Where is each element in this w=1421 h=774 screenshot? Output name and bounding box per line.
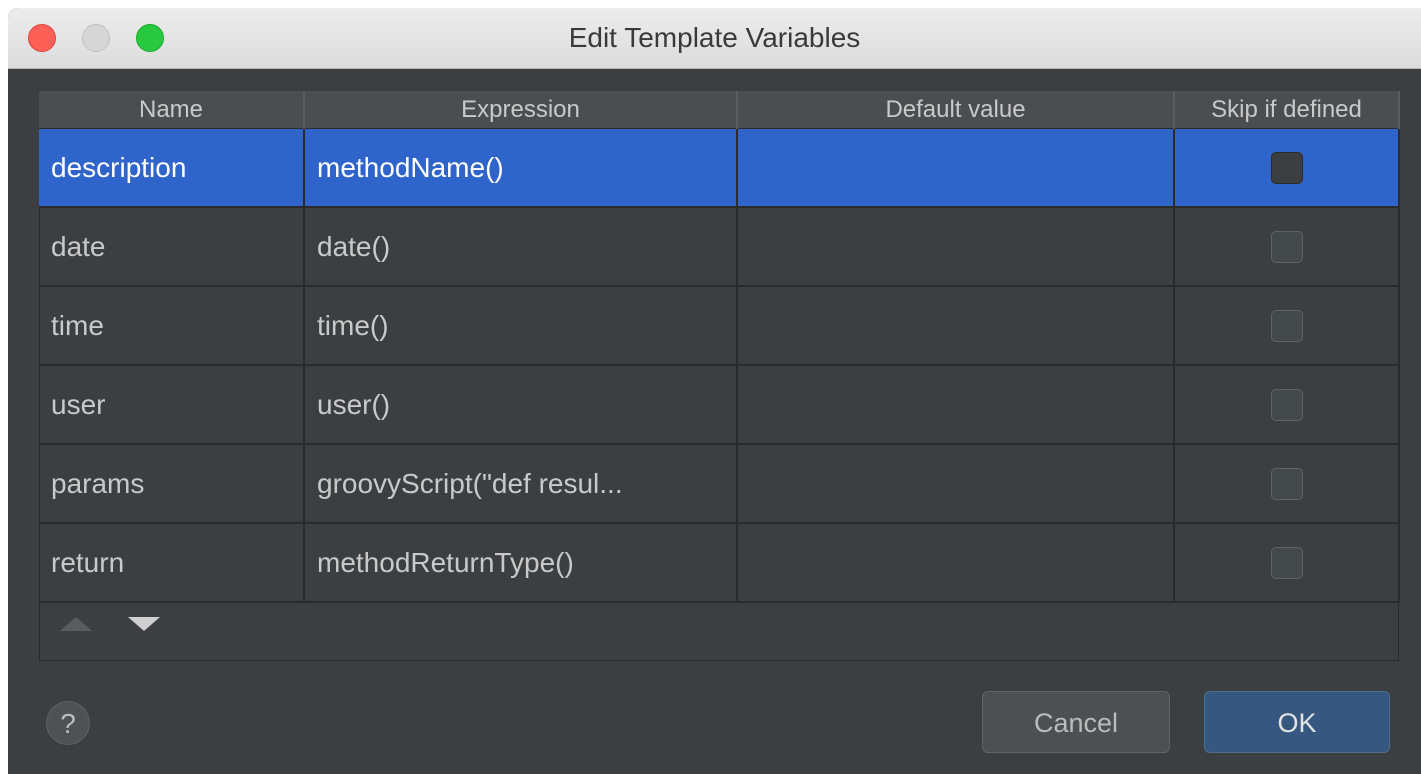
table-row[interactable]: time time() [39, 286, 1400, 366]
cell-default-value[interactable] [737, 128, 1175, 208]
cell-name[interactable]: user [39, 365, 305, 445]
variables-table: Name Expression Default value Skip if de… [39, 91, 1400, 661]
move-down-icon[interactable] [128, 617, 160, 631]
cancel-button[interactable]: Cancel [982, 691, 1170, 753]
cell-skip-if-defined [1174, 444, 1400, 524]
cell-expression[interactable]: groovyScript("def resul... [304, 444, 738, 524]
cell-default-value[interactable] [737, 365, 1175, 445]
table-row[interactable]: return methodReturnType() [39, 523, 1400, 603]
edit-template-variables-dialog: Edit Template Variables Name Expression … [8, 8, 1421, 774]
window-title: Edit Template Variables [568, 22, 861, 53]
table-row[interactable]: date date() [39, 207, 1400, 287]
cell-name[interactable]: date [39, 207, 305, 287]
cell-default-value[interactable] [737, 444, 1175, 524]
skip-if-defined-checkbox[interactable] [1270, 547, 1303, 580]
column-header-default-value[interactable]: Default value [737, 91, 1175, 129]
table-row[interactable]: user user() [39, 365, 1400, 445]
cell-default-value[interactable] [737, 286, 1175, 366]
cell-expression[interactable]: methodReturnType() [304, 523, 738, 603]
help-button[interactable]: ? [46, 701, 90, 745]
cell-expression[interactable]: time() [304, 286, 738, 366]
cell-expression[interactable]: date() [304, 207, 738, 287]
cell-skip-if-defined [1174, 286, 1400, 366]
cell-name[interactable]: params [39, 444, 305, 524]
cell-expression[interactable]: methodName() [304, 128, 738, 208]
column-header-name[interactable]: Name [39, 91, 305, 129]
skip-if-defined-checkbox[interactable] [1270, 468, 1303, 501]
cell-skip-if-defined [1174, 207, 1400, 287]
skip-if-defined-checkbox[interactable] [1270, 152, 1303, 185]
cell-skip-if-defined [1174, 365, 1400, 445]
column-header-skip-if-defined[interactable]: Skip if defined [1174, 91, 1400, 129]
ok-button[interactable]: OK [1204, 691, 1390, 753]
table-header-row: Name Expression Default value Skip if de… [39, 91, 1400, 129]
cell-expression[interactable]: user() [304, 365, 738, 445]
skip-if-defined-checkbox[interactable] [1270, 310, 1303, 343]
move-up-icon[interactable] [60, 617, 92, 631]
cell-skip-if-defined [1174, 128, 1400, 208]
cell-name[interactable]: time [39, 286, 305, 366]
cell-skip-if-defined [1174, 523, 1400, 603]
table-row[interactable]: params groovyScript("def resul... [39, 444, 1400, 524]
cell-name[interactable]: return [39, 523, 305, 603]
skip-if-defined-checkbox[interactable] [1270, 389, 1303, 422]
skip-if-defined-checkbox[interactable] [1270, 231, 1303, 264]
cell-default-value[interactable] [737, 207, 1175, 287]
cell-name[interactable]: description [39, 128, 305, 208]
table-row[interactable]: description methodName() [39, 128, 1400, 208]
title-bar: Edit Template Variables [8, 8, 1421, 69]
cell-default-value[interactable] [737, 523, 1175, 603]
column-header-expression[interactable]: Expression [304, 91, 738, 129]
